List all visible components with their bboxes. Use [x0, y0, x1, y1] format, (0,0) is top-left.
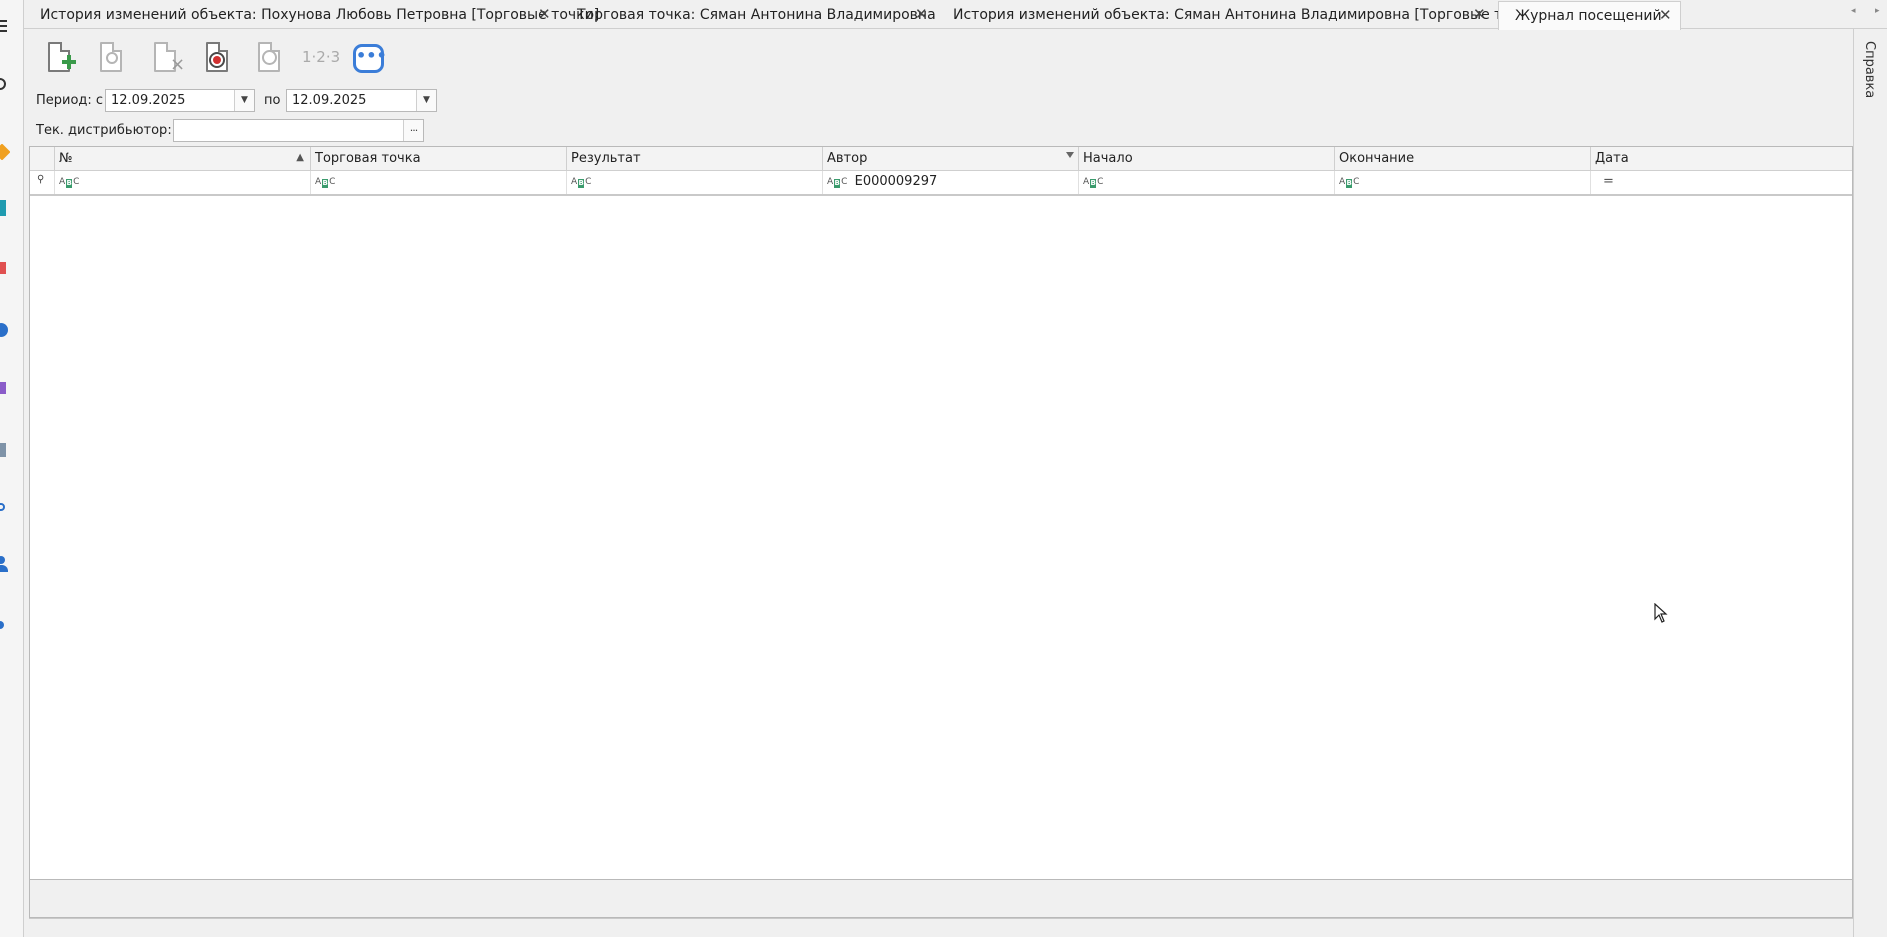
- text-filter-icon: ABC: [1083, 177, 1104, 188]
- period-from-value: 12.09.2025: [111, 93, 186, 108]
- new-document-button[interactable]: [42, 40, 76, 78]
- text-filter-icon: ABC: [315, 177, 336, 188]
- period-from-label: Период: с: [36, 93, 104, 108]
- filter-icon[interactable]: [1066, 152, 1074, 158]
- tab-label: История изменений объекта: Сяман Антонин…: [953, 7, 1543, 23]
- module-link-icon[interactable]: [0, 500, 10, 516]
- filter-cell-result[interactable]: ABC: [567, 171, 823, 194]
- period-to-label: по: [264, 93, 281, 108]
- mouse-cursor-icon: [1654, 603, 1668, 623]
- numbering-button[interactable]: 1·2·3: [302, 40, 340, 78]
- history-button[interactable]: [252, 40, 286, 78]
- text-filter-icon: ABC: [571, 177, 592, 188]
- column-header-label: Автор: [827, 151, 868, 166]
- filter-cell-end[interactable]: ABC: [1335, 171, 1591, 194]
- user-icon[interactable]: [0, 556, 10, 572]
- column-header-author[interactable]: Автор: [823, 147, 1079, 171]
- filter-cell-author[interactable]: ABC E000009297: [823, 171, 1079, 194]
- tab-label: История изменений объекта: Похунова Любо…: [40, 7, 600, 23]
- close-icon[interactable]: ✕: [915, 5, 928, 23]
- column-header-label: Дата: [1595, 151, 1629, 166]
- row-indicator-header: [30, 147, 55, 171]
- tab-trade-point-syaman[interactable]: Торговая точка: Сяман Антонина Владимиро…: [561, 1, 937, 29]
- text-filter-icon: ABC: [59, 177, 80, 188]
- numbering-icon: 1·2·3: [302, 48, 341, 66]
- module-teal-icon[interactable]: [0, 200, 10, 216]
- view-document-button[interactable]: [94, 40, 128, 78]
- period-to-value: 12.09.2025: [292, 93, 367, 108]
- help-panel-tab[interactable]: Справка: [1862, 41, 1877, 98]
- scroll-left-icon[interactable]: ◂: [1851, 6, 1856, 16]
- column-header-trade-point[interactable]: Торговая точка: [311, 147, 567, 171]
- sort-ascending-icon: ▲: [296, 152, 304, 163]
- tab-label: Журнал посещений: [1515, 8, 1662, 24]
- tab-history-pokhunova[interactable]: История изменений объекта: Похунова Любо…: [24, 1, 599, 29]
- search-icon[interactable]: [0, 76, 10, 92]
- help-icon[interactable]: [0, 618, 10, 634]
- column-header-label: Результат: [571, 151, 641, 166]
- column-header-label: Начало: [1083, 151, 1133, 166]
- delete-document-button[interactable]: ×: [148, 40, 185, 78]
- text-filter-icon: ABC: [1339, 177, 1360, 188]
- tab-visit-journal[interactable]: Журнал посещений ✕: [1498, 1, 1681, 30]
- app-window: История изменений объекта: Похунова Любо…: [0, 0, 1887, 937]
- module-gray-icon[interactable]: [0, 442, 10, 458]
- module-globe-icon[interactable]: [0, 322, 10, 338]
- chevron-down-icon[interactable]: ▼: [234, 90, 254, 111]
- text-filter-icon: ABC: [827, 177, 848, 188]
- column-header-label: Торговая точка: [315, 151, 421, 166]
- column-header-label: №: [59, 151, 73, 166]
- author-filter-value: E000009297: [854, 174, 938, 189]
- column-header-result[interactable]: Результат: [567, 147, 823, 171]
- tab-label: Торговая точка: Сяман Антонина Владимиро…: [577, 7, 936, 23]
- right-side-panel: Справка: [1853, 29, 1887, 937]
- pin-icon: ⚲: [30, 171, 55, 194]
- filter-cell-date[interactable]: =: [1591, 171, 1852, 194]
- chevron-down-icon[interactable]: ▼: [416, 90, 436, 111]
- distributor-label: Тек. дистрибьютор:: [36, 123, 172, 138]
- scroll-right-icon[interactable]: ▸: [1875, 6, 1880, 16]
- column-header-date[interactable]: Дата: [1591, 147, 1852, 171]
- filter-cell-trade-point[interactable]: ABC: [311, 171, 567, 194]
- left-navigation-strip: [0, 0, 24, 937]
- close-icon[interactable]: ✕: [1473, 5, 1486, 23]
- ellipsis-button[interactable]: ···: [403, 120, 423, 141]
- tab-history-syaman[interactable]: История изменений объекта: Сяман Антонин…: [937, 1, 1542, 29]
- filter-cell-number[interactable]: ABC: [55, 171, 311, 194]
- period-to-field[interactable]: 12.09.2025 ▼: [286, 89, 437, 112]
- cancel-search-button[interactable]: [200, 40, 234, 78]
- menu-icon[interactable]: [0, 18, 10, 34]
- module-red-icon[interactable]: [0, 260, 10, 276]
- more-button[interactable]: •••: [352, 40, 387, 78]
- column-header-start[interactable]: Начало: [1079, 147, 1335, 171]
- visit-journal-grid[interactable]: № ▲ Торговая точка Результат Автор Начал…: [29, 146, 1853, 880]
- equals-icon: =: [1603, 174, 1614, 189]
- module-purple-icon[interactable]: [0, 380, 10, 396]
- grid-footer-panel: [29, 880, 1853, 918]
- distributor-field[interactable]: ···: [173, 119, 424, 142]
- grid-header: № ▲ Торговая точка Результат Автор Начал…: [30, 147, 1852, 171]
- more-icon: •••: [353, 44, 387, 73]
- status-bar: [29, 918, 1853, 937]
- column-header-label: Окончание: [1339, 151, 1415, 166]
- column-header-end[interactable]: Окончание: [1335, 147, 1591, 171]
- period-from-field[interactable]: 12.09.2025 ▼: [105, 89, 255, 112]
- favorites-icon[interactable]: [0, 144, 10, 160]
- document-tab-bar: История изменений объекта: Похунова Любо…: [24, 0, 1887, 30]
- close-icon[interactable]: ✕: [538, 5, 551, 23]
- auto-filter-row: ⚲ ABC ABC ABC ABC E000009297 ABC ABC =: [30, 171, 1852, 196]
- filter-cell-start[interactable]: ABC: [1079, 171, 1335, 194]
- close-icon[interactable]: ✕: [1659, 6, 1672, 24]
- column-header-number[interactable]: № ▲: [55, 147, 311, 171]
